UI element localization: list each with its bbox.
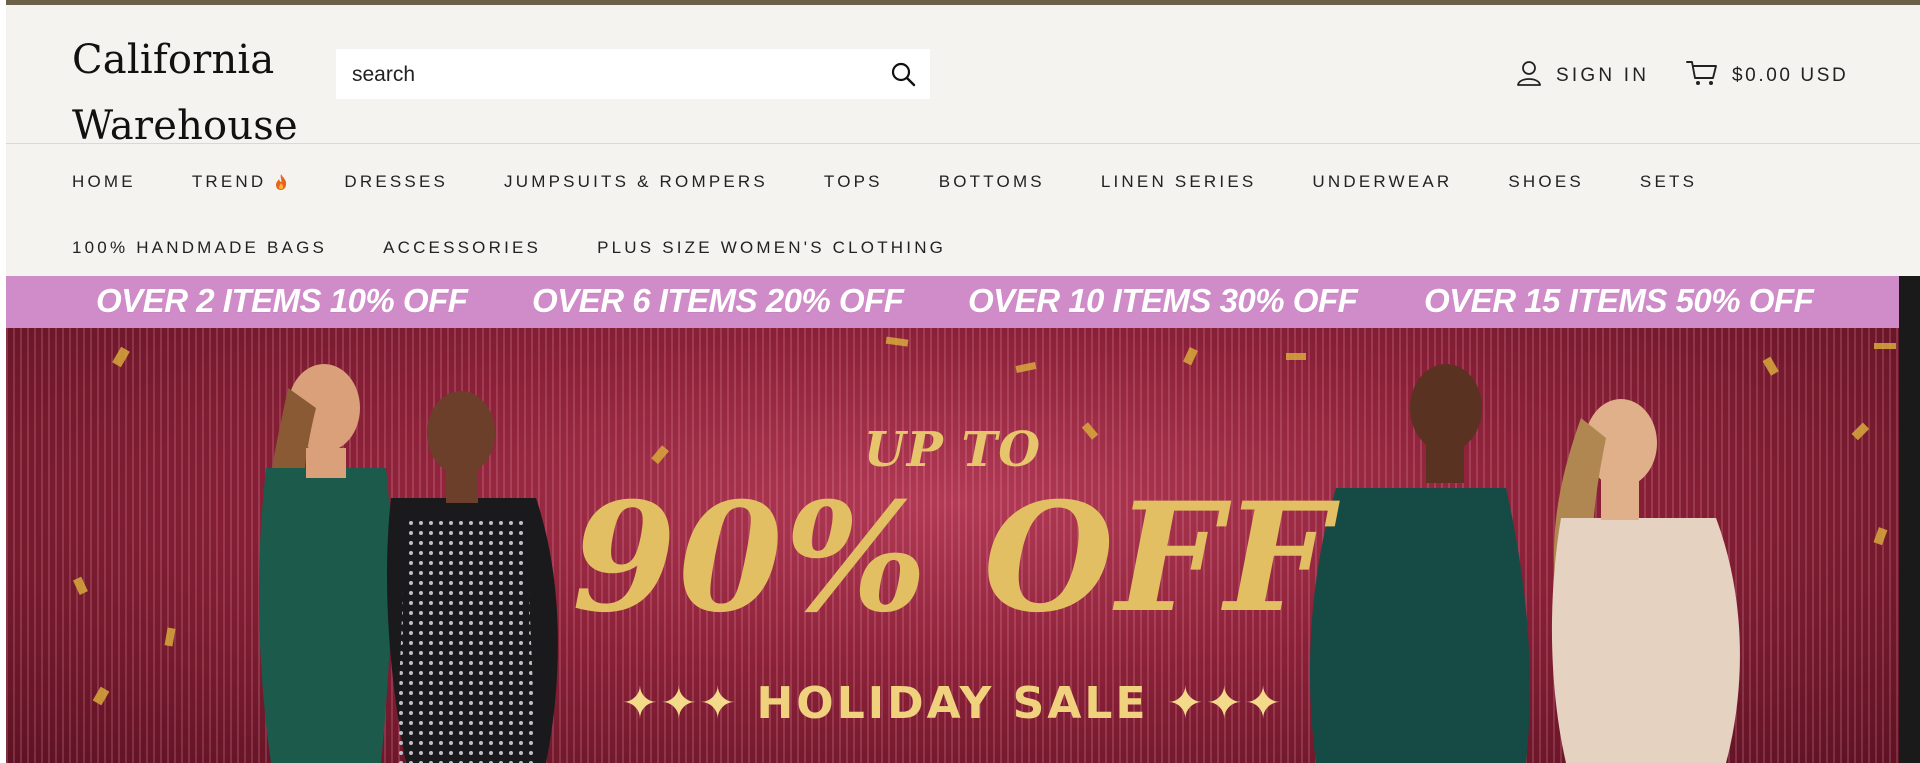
hero-headline: 90% OFF [571, 470, 1334, 646]
promo-item-3: OVER 10 ITEMS 30% OFF [968, 282, 1358, 319]
search-input[interactable] [350, 49, 874, 101]
sparkle-icon: ✦✦✦ [1166, 678, 1284, 729]
search-box [336, 49, 930, 101]
nav-item-tops[interactable]: TOPS [824, 172, 883, 192]
nav-item-trend-label: TREND [191, 172, 267, 191]
nav-item-underwear[interactable]: UNDERWEAR [1312, 172, 1452, 192]
hero-banner[interactable]: OVER 2 ITEMS 10% OFF OVER 6 ITEMS 20% OF… [6, 276, 1899, 763]
nav-item-bottoms[interactable]: BOTTOMS [939, 172, 1045, 192]
cart-link[interactable]: $0.00 USD [1686, 59, 1848, 93]
promo-item-4: OVER 15 ITEMS 50% OFF [1424, 282, 1814, 319]
cart-total: $0.00 USD [1732, 65, 1849, 86]
nav-item-shoes[interactable]: SHOES [1508, 172, 1584, 192]
sign-in-label: SIGN IN [1556, 65, 1650, 86]
sign-in-link[interactable]: SIGN IN [1516, 59, 1649, 93]
promo-item-2: OVER 6 ITEMS 20% OFF [532, 282, 904, 319]
promo-item-1: OVER 2 ITEMS 10% OFF [96, 282, 468, 319]
hero-subline-text: HOLIDAY SALE [756, 678, 1149, 729]
hero-subline: ✦✦✦ HOLIDAY SALE ✦✦✦ [6, 678, 1899, 729]
nav-item-jumpsuits-rompers[interactable]: JUMPSUITS & ROMPERS [504, 172, 768, 192]
nav-item-accessories[interactable]: ACCESSORIES [383, 238, 541, 258]
nav-item-plus-size[interactable]: PLUS SIZE WOMEN'S CLOTHING [597, 238, 946, 258]
nav-item-home[interactable]: HOME [72, 172, 136, 192]
hero-image: UP TO 90% OFF ✦✦✦ HOLIDAY SALE ✦✦✦ [6, 328, 1899, 763]
nav-row-2: 100% HANDMADE BAGS ACCESSORIES PLUS SIZE… [72, 230, 1002, 266]
nav-item-sets[interactable]: SETS [1640, 172, 1697, 192]
right-scroll-strip [1899, 276, 1920, 763]
cart-icon [1686, 59, 1718, 93]
user-icon [1516, 60, 1542, 92]
flame-icon [274, 173, 288, 191]
nav-item-linen-series[interactable]: LINEN SERIES [1101, 172, 1257, 192]
nav-row-1: HOME TREND DRESSES JUMPSUITS & ROMPERS T… [72, 164, 1753, 200]
nav-item-handmade-bags[interactable]: 100% HANDMADE BAGS [72, 238, 327, 258]
main-navigation: HOME TREND DRESSES JUMPSUITS & ROMPERS T… [6, 144, 1920, 276]
sparkle-icon: ✦✦✦ [621, 678, 739, 729]
promo-strip: OVER 2 ITEMS 10% OFF OVER 6 ITEMS 20% OF… [6, 276, 1899, 328]
search-icon[interactable] [890, 61, 916, 87]
logo-line-1: California [72, 37, 275, 83]
nav-item-trend[interactable]: TREND [192, 172, 289, 192]
nav-item-dresses[interactable]: DRESSES [344, 172, 448, 192]
store-logo[interactable]: California Warehouse [72, 27, 312, 159]
site-header: California Warehouse SIGN IN [6, 5, 1920, 149]
